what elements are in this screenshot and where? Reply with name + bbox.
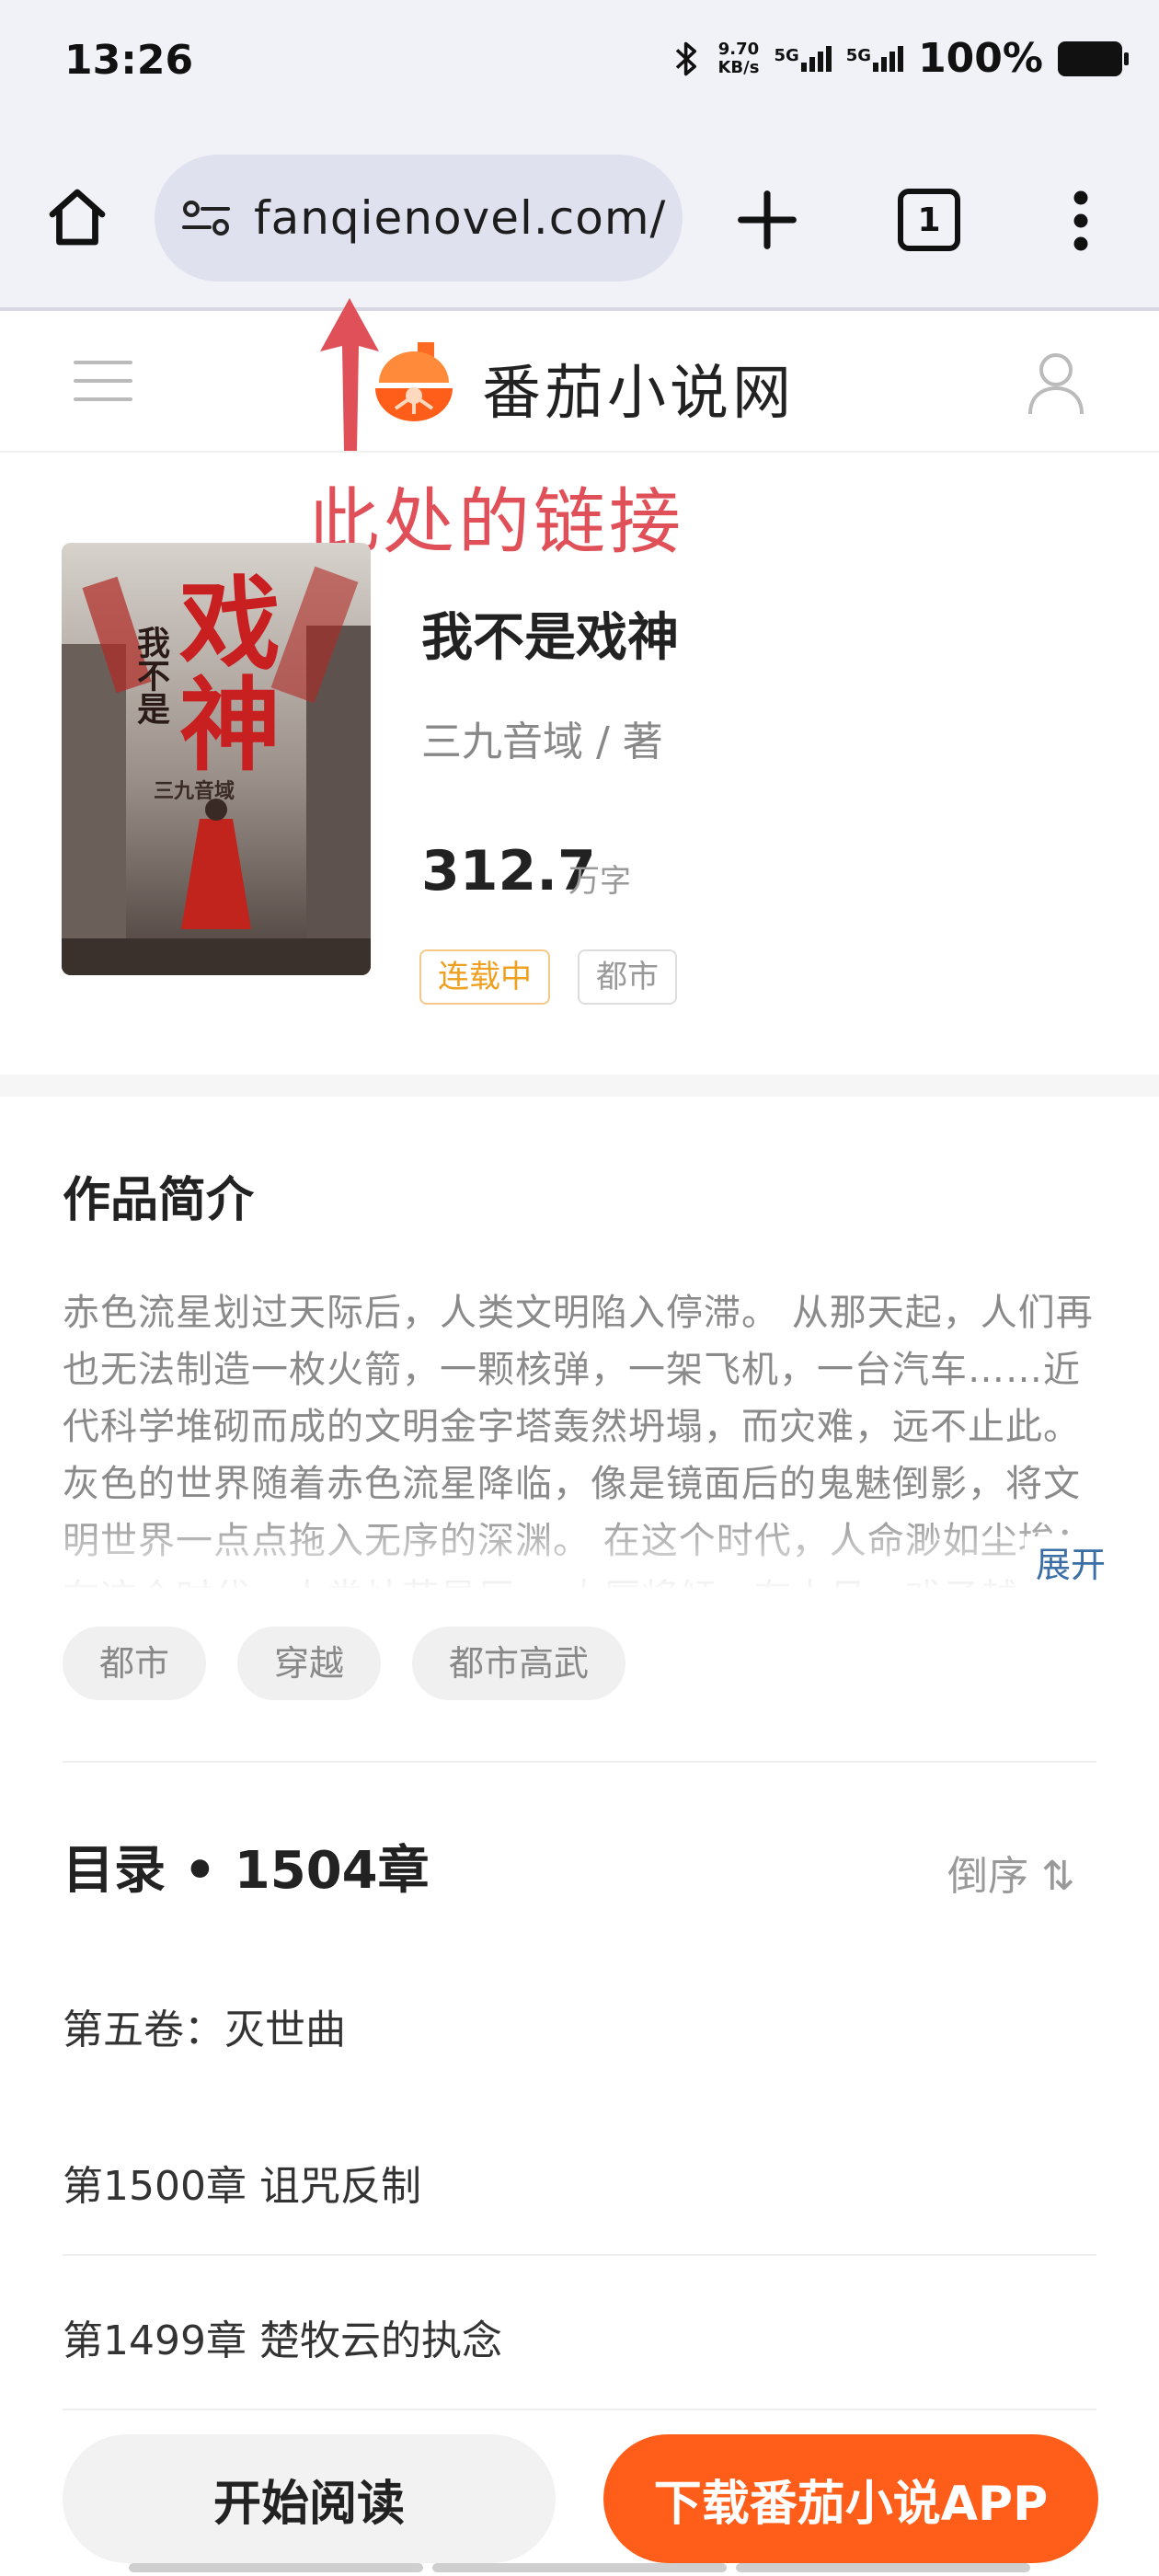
bluetooth-icon <box>676 41 697 75</box>
site-settings-icon[interactable] <box>180 196 232 240</box>
url-bar[interactable]: fanqienovel.com/ <box>155 155 683 282</box>
start-reading-button[interactable]: 开始阅读 <box>63 2434 556 2563</box>
cover-author: 三九音域 <box>154 780 235 803</box>
home-icon[interactable] <box>44 184 110 250</box>
tab-switcher-button[interactable]: 1 <box>898 189 960 251</box>
download-app-button[interactable]: 下载番茄小说APP <box>603 2434 1098 2563</box>
home-indicator <box>129 2563 1030 2572</box>
catalog-volume[interactable]: 第五卷：灭世曲 <box>63 1996 346 2055</box>
expand-link[interactable]: 展开 <box>1025 1536 1107 1587</box>
status-badge: 连载中 <box>419 949 550 1005</box>
new-tab-icon[interactable] <box>736 189 798 251</box>
intro-fade <box>63 1509 1096 1592</box>
tag-chip[interactable]: 都市高武 <box>412 1627 626 1700</box>
url-text[interactable]: fanqienovel.com/ <box>254 191 666 245</box>
book-title: 我不是戏神 <box>421 608 679 668</box>
book-cover[interactable]: 我不是 戏神 三九音域 <box>62 543 371 975</box>
divider <box>63 1761 1096 1763</box>
word-count-unit: 万字 <box>568 863 631 900</box>
more-menu-icon[interactable] <box>1067 189 1095 253</box>
book-author[interactable]: 三九音域 / 著 <box>421 708 663 767</box>
network-speed: 9.70 KB/s <box>717 39 760 77</box>
tag-chip[interactable]: 都市 <box>63 1627 207 1700</box>
battery-percent: 100% <box>918 35 1043 82</box>
cover-title-large: 戏神 <box>162 570 280 773</box>
annotation-arrow-icon <box>320 298 379 451</box>
battery-icon <box>1058 40 1129 76</box>
status-time: 13:26 <box>64 37 194 84</box>
catalog-chapter[interactable]: 第1499章 楚牧云的执念 <box>63 2307 502 2366</box>
status-icons: 9.70 KB/s 5G 5G 100% <box>671 35 1129 82</box>
catalog-chapter[interactable]: 第1500章 诅咒反制 <box>63 2153 421 2212</box>
genre-badge[interactable]: 都市 <box>578 949 677 1005</box>
tag-chip[interactable]: 穿越 <box>237 1627 382 1700</box>
intro-heading: 作品简介 <box>63 1173 255 1228</box>
divider <box>63 2254 1096 2256</box>
sort-toggle[interactable]: 倒序 ⇅ <box>947 1843 1075 1902</box>
section-separator <box>0 1075 1159 1097</box>
signal-1-icon: 5G <box>774 45 832 72</box>
divider <box>63 2409 1096 2410</box>
site-title[interactable]: 番茄小说网 <box>482 346 795 431</box>
catalog-heading: 目录 • 1504章 <box>63 1841 430 1901</box>
signal-2-icon: 5G <box>846 45 904 72</box>
user-account-icon[interactable] <box>1027 350 1085 416</box>
hamburger-menu-icon[interactable] <box>74 359 132 403</box>
